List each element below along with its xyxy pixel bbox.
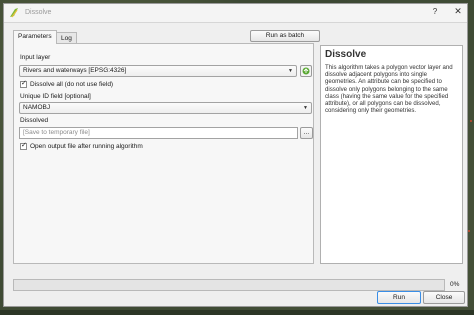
- title-bar: Dissolve ? ✕: [4, 4, 467, 23]
- progress-percent: 0%: [450, 281, 460, 288]
- qgis-icon: [9, 7, 20, 20]
- input-layer-select[interactable]: Rivers and waterways [EPSG:4326] ▼: [19, 65, 297, 77]
- progress-bar: [13, 279, 445, 291]
- tab-parameters-label: Parameters: [18, 33, 52, 40]
- parameters-pane: Input layer Rivers and waterways [EPSG:4…: [13, 43, 314, 264]
- open-output-label: Open output file after running algorithm: [30, 143, 143, 150]
- map-status-strip: [0, 310, 474, 315]
- close-window-button[interactable]: ✕: [452, 6, 464, 17]
- dissolve-dialog: Dissolve ? ✕ Parameters Log Run as batch…: [3, 3, 468, 307]
- help-text: This algorithm takes a polygon vector la…: [325, 64, 453, 115]
- help-title: Dissolve: [325, 49, 367, 60]
- dissolve-all-checkbox[interactable]: [20, 79, 27, 88]
- chevron-down-icon: ▼: [303, 105, 308, 111]
- help-panel: Dissolve This algorithm takes a polygon …: [320, 45, 463, 264]
- dissolved-placeholder: [Save to temporary file]: [23, 129, 90, 136]
- dissolved-output-field[interactable]: [Save to temporary file]: [19, 127, 298, 139]
- run-as-batch-button[interactable]: Run as batch process...: [250, 30, 320, 49]
- run-button[interactable]: Run: [377, 291, 421, 304]
- input-layer-label: Input layer: [20, 54, 51, 61]
- unique-id-select[interactable]: NAMOBJ ▼: [19, 102, 312, 114]
- close-button[interactable]: Close: [423, 291, 465, 304]
- input-layer-value: Rivers and waterways [EPSG:4326]: [23, 67, 127, 74]
- browse-button[interactable]: ...: [300, 127, 313, 139]
- tab-parameters[interactable]: Parameters: [13, 30, 57, 44]
- dissolve-all-label: Dissolve all (do not use field): [30, 81, 114, 88]
- iterate-icon[interactable]: [300, 65, 312, 77]
- unique-id-value: NAMOBJ: [23, 104, 51, 111]
- help-button[interactable]: ?: [429, 7, 441, 16]
- unique-id-label: Unique ID field [optional]: [20, 93, 91, 100]
- window-title: Dissolve: [25, 9, 52, 16]
- tab-log-label: Log: [61, 35, 72, 42]
- open-output-checkbox[interactable]: [20, 141, 27, 150]
- dissolved-label: Dissolved: [20, 117, 49, 124]
- chevron-down-icon: ▼: [288, 68, 293, 74]
